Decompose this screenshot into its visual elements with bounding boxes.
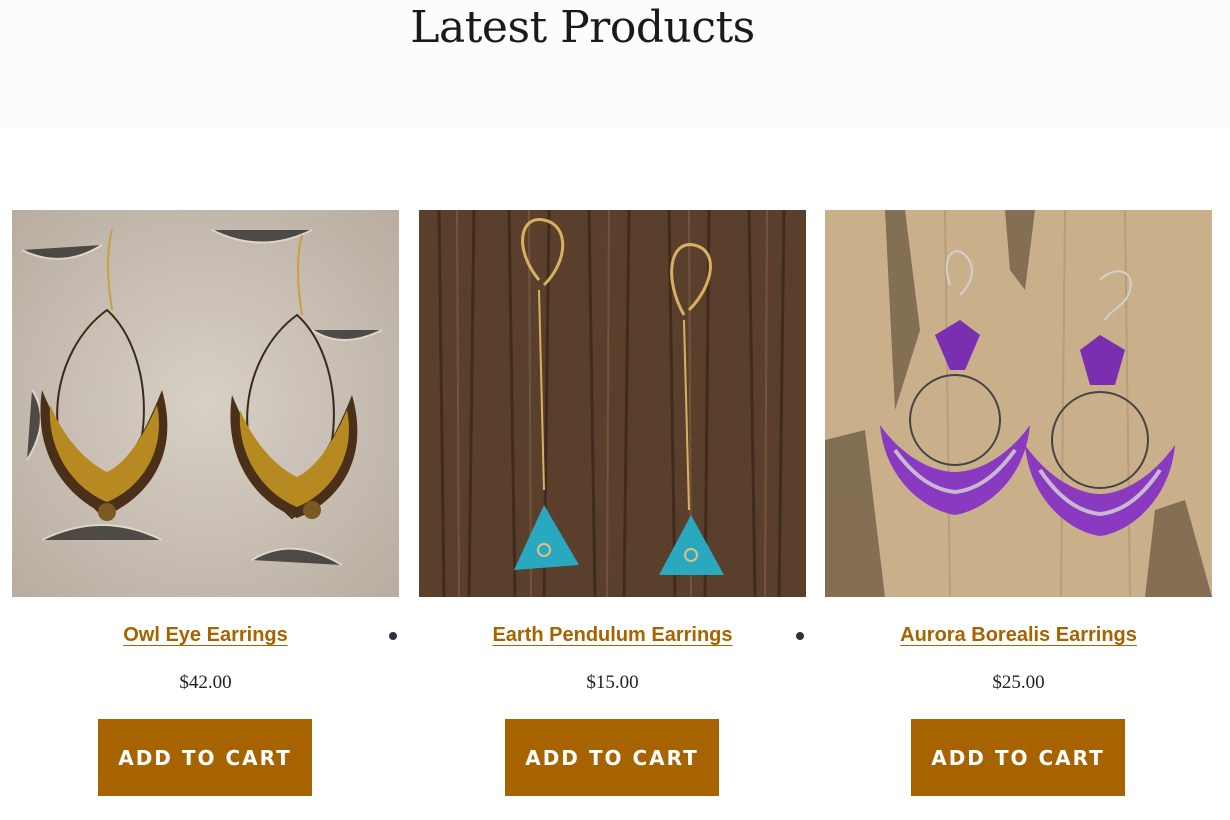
product-image[interactable]: [419, 210, 806, 597]
product-price: $25.00: [992, 672, 1045, 693]
section-title: Latest Products: [410, 2, 755, 53]
product-card: Earth Pendulum Earrings $15.00 ADD TO CA…: [419, 210, 806, 796]
earth-pendulum-earrings-image[interactable]: [419, 210, 806, 597]
product-price: $42.00: [179, 672, 232, 693]
product-image[interactable]: [825, 210, 1212, 597]
list-bullet: [389, 632, 397, 640]
product-link[interactable]: Aurora Borealis Earrings: [900, 624, 1137, 646]
product-link[interactable]: Earth Pendulum Earrings: [492, 624, 732, 646]
product-card: Aurora Borealis Earrings $25.00 ADD TO C…: [825, 210, 1212, 796]
add-to-cart-button[interactable]: ADD TO CART: [98, 719, 312, 796]
product-price: $15.00: [586, 672, 639, 693]
product-title: Owl Eye Earrings: [12, 622, 399, 648]
list-bullet: [796, 632, 804, 640]
owl-eye-earrings-image[interactable]: [12, 210, 399, 597]
product-title: Earth Pendulum Earrings: [419, 622, 806, 648]
product-card: Owl Eye Earrings $42.00 ADD TO CART: [12, 210, 399, 796]
product-image[interactable]: [12, 210, 399, 597]
add-to-cart-button[interactable]: ADD TO CART: [911, 719, 1125, 796]
add-to-cart-button[interactable]: ADD TO CART: [505, 719, 719, 796]
product-link[interactable]: Owl Eye Earrings: [123, 624, 288, 646]
product-title: Aurora Borealis Earrings: [825, 622, 1212, 648]
aurora-borealis-earrings-image[interactable]: [825, 210, 1212, 597]
